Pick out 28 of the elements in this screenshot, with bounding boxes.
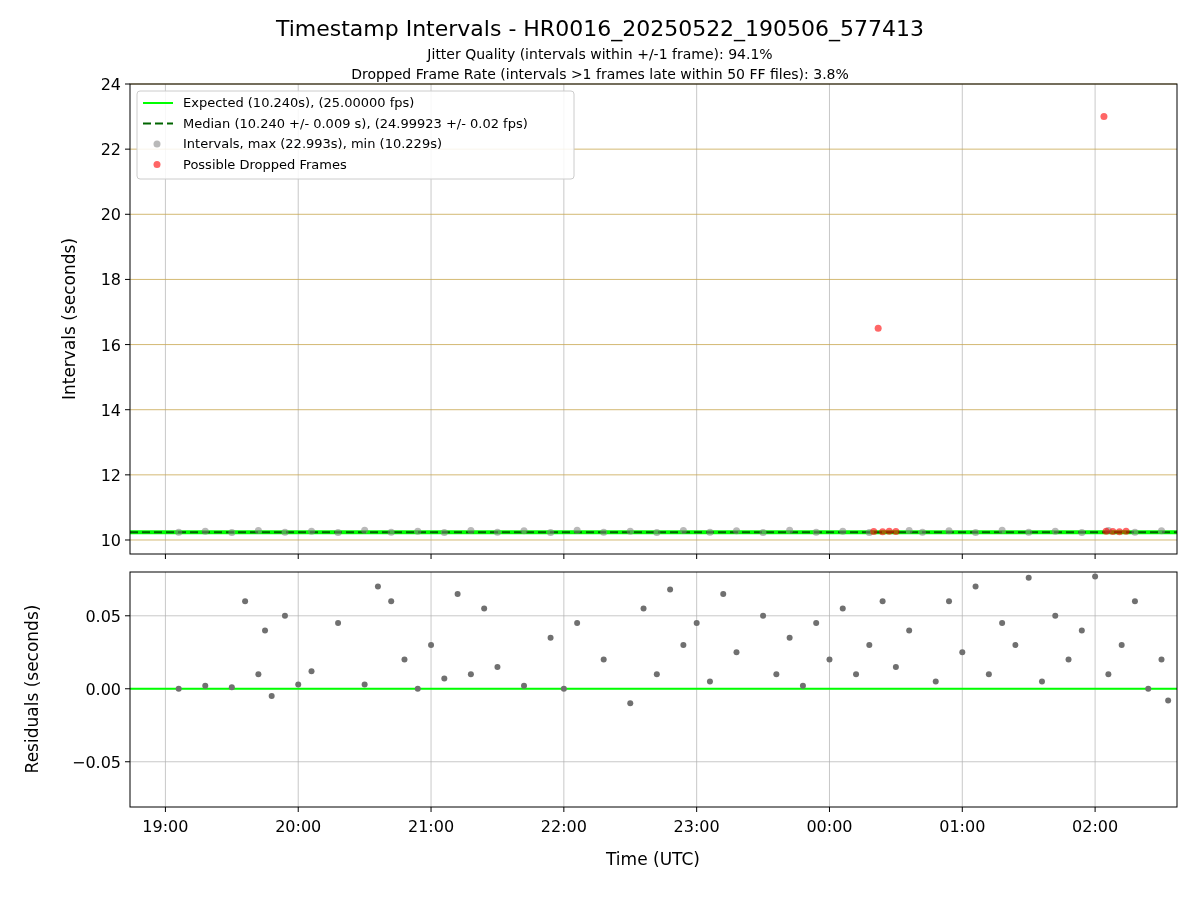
tick-label: 00:00 <box>806 817 853 836</box>
legend-label: Possible Dropped Frames <box>183 156 347 172</box>
legend-label: Expected (10.240s), (25.00000 fps) <box>183 95 415 110</box>
figure-subtitle: Jitter Quality (intervals within +/-1 frame): 94.1% <box>425 45 774 64</box>
tick-label: 18 <box>100 270 121 290</box>
tick-label: 14 <box>100 400 121 420</box>
tick-label: 12 <box>100 465 121 485</box>
legend-label: Intervals, max (22.993s), min (10.229s) <box>183 136 442 151</box>
tick-label: 02:00 <box>1072 817 1119 836</box>
figure-title: Timestamp Intervals - HR0016_20250522_190506_577413 <box>274 15 926 44</box>
tick-label: −0.05 <box>71 752 121 772</box>
axis-label: Time (UTC) <box>606 849 700 869</box>
tick-label: 20:00 <box>275 817 322 836</box>
tick-label: 0.05 <box>85 606 121 626</box>
tick-label: 22:00 <box>540 817 587 836</box>
tick-label: 22 <box>100 140 121 160</box>
axis-label: Residuals (seconds) <box>22 604 42 774</box>
tick-label: 24 <box>100 75 121 94</box>
tick-label: 19:00 <box>142 817 189 836</box>
axis-label: Intervals (seconds) <box>59 237 79 401</box>
tick-label: 0.00 <box>85 679 121 699</box>
legend-label: Median (10.240 +/- 0.009 s), (24.99923 +/- 0.02 fps) <box>183 115 528 131</box>
tick-label: 23:00 <box>673 817 720 836</box>
tick-label: 01:00 <box>939 817 986 836</box>
tick-label: 16 <box>100 335 121 355</box>
tick-label: 21:00 <box>408 817 455 836</box>
tick-label: 20 <box>100 205 121 225</box>
tick-label: 10 <box>100 531 121 550</box>
